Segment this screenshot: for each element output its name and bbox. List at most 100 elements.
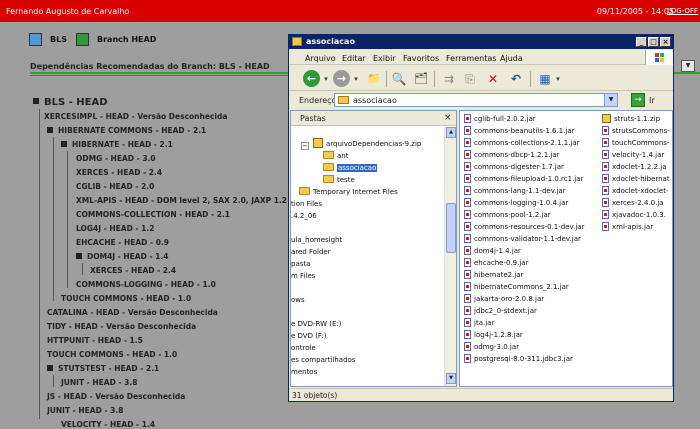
collapse-icon[interactable] [47,127,53,133]
folder-tree-item-selected[interactable]: associacao [323,163,378,174]
tree-node[interactable]: BLS - HEAD [33,97,108,109]
maximize-button[interactable]: □ [648,37,659,47]
tree-node[interactable]: CATALINA - HEAD - Versão Desconhecida [47,307,218,319]
tree-node[interactable]: DOM4J - HEAD - 1.4 [76,251,168,263]
address-dropdown-icon[interactable]: ▼ [604,94,617,106]
file-item[interactable]: commons-logging-1.0.4.jar [464,197,568,209]
folder-tree-item[interactable]: e DVD (F:) [291,331,327,342]
folder-tree-item[interactable]: ows [291,295,305,306]
folder-tree-item[interactable]: e DVD-RW (E:) [291,319,341,330]
window-titlebar[interactable]: associacao _ □ × [289,35,673,49]
search-icon[interactable]: 🔍 [390,70,408,88]
file-item[interactable]: dom4j-1.4.jar [464,245,521,257]
file-item[interactable]: jakarta-oro-2.0.8.jar [464,293,544,305]
close-button[interactable]: × [660,37,671,47]
folder-tree-item[interactable]: ant [323,151,348,162]
tree-node[interactable]: STUTSTEST - HEAD - 2.1 [47,363,159,375]
forward-arrow-icon[interactable]: → [333,70,350,87]
close-pane-icon[interactable]: × [444,113,452,123]
file-item[interactable]: commons-pool-1.2.jar [464,209,551,221]
file-item[interactable]: postgresql-8.0-311.jdbc3.jar [464,353,573,365]
tree-node[interactable]: COMMONS-COLLECTION - HEAD - 2.1 [76,209,230,221]
folders-icon[interactable]: 🗂 [412,70,430,88]
collapse-icon[interactable] [33,98,39,104]
dropdown-arrow-icon[interactable]: ▼ [681,60,695,72]
file-item[interactable]: xdoclet-hibernat [602,173,670,185]
menu-ferramentas[interactable]: Ferramentas [446,54,496,63]
folders-scrollbar[interactable]: ▲ ▼ [444,127,456,386]
file-item[interactable]: cglib-full-2.0.2.jar [464,113,536,125]
tab-branch-head[interactable]: Branch HEAD [76,33,176,47]
scroll-up-icon[interactable]: ▲ [446,127,456,138]
file-item[interactable]: odmg-3.0.jar [464,341,519,353]
menu-arquivo[interactable]: Arquivo [305,54,336,63]
file-item[interactable]: commons-validator-1.1-dev.jar [464,233,581,245]
folder-up-icon[interactable]: 📁 [365,70,383,88]
file-item[interactable]: commons-lang-1.1-dev.jar [464,185,566,197]
tree-node[interactable]: COMMONS-LOGGING - HEAD - 1.0 [76,279,216,291]
folder-tree-item[interactable]: mentos [291,367,317,378]
tree-node[interactable]: VELOCITY - HEAD - 1.4 [61,419,155,429]
tree-node[interactable]: XERCESIMPL - HEAD - Versão Desconhecida [44,111,227,123]
tree-node[interactable]: XML-APIS - HEAD - DOM level 2, SAX 2.0, … [76,195,287,207]
views-dropdown-icon[interactable]: ▾ [554,70,562,88]
file-item[interactable]: xml-apis.jar [602,221,653,233]
go-arrow-icon[interactable]: → [631,93,645,107]
folder-tree-item[interactable]: .4.2_06 [291,211,317,222]
folder-tree-item[interactable]: es compartilhados [291,355,355,366]
file-item[interactable]: struts-1.1.zip [602,113,660,125]
tree-node[interactable]: HTTPUNIT - HEAD - 1.5 [47,335,143,347]
collapse-icon[interactable] [47,365,53,371]
folder-tree-item[interactable]: pasta [291,259,310,270]
folder-tree-item[interactable]: Temporary Internet Files [299,187,398,198]
scroll-thumb[interactable] [446,203,456,253]
menu-editar[interactable]: Editar [342,54,366,63]
back-arrow-icon[interactable]: ← [303,70,320,87]
menu-exibir[interactable]: Exibir [373,54,396,63]
file-item[interactable]: ehcache-0.9.jar [464,257,528,269]
file-item[interactable]: jta.jar [464,317,494,329]
views-icon[interactable]: ▦ [536,70,554,88]
menu-favoritos[interactable]: Favoritos [403,54,439,63]
file-item[interactable]: xdoclet-xdoclet- [602,185,668,197]
folder-tree-item[interactable]: arquivoDependencias-9.zip [313,138,421,150]
file-item[interactable]: commons-digester-1.7.jar [464,161,564,173]
file-item[interactable]: hibernate2.jar [464,269,523,281]
file-item[interactable]: velocity-1.4.jar [602,149,664,161]
scroll-down-icon[interactable]: ▼ [446,373,456,384]
move-to-icon[interactable]: ⇉ [440,70,458,88]
tree-node[interactable]: XERCES - HEAD - 2.4 [90,265,176,277]
file-item[interactable]: commons-dbcp-1.2.1.jar [464,149,560,161]
logoff-link[interactable]: LOG-OFF [667,7,698,15]
tree-node[interactable]: ODMG - HEAD - 3.0 [76,153,156,165]
menu-ajuda[interactable]: Ajuda [500,54,523,63]
tree-node[interactable]: JUNIT - HEAD - 3.8 [61,377,137,389]
file-item[interactable]: strutsCommons- [602,125,670,137]
tree-node[interactable]: XERCES - HEAD - 2.4 [76,167,162,179]
file-item[interactable]: jdbc2_0-stdext.jar [464,305,537,317]
undo-icon[interactable]: ↶ [507,70,525,88]
folder-tree-item[interactable]: ontrole [291,343,316,354]
tree-node[interactable]: TOUCH COMMONS - HEAD - 1.0 [61,293,191,305]
tree-node[interactable]: HIBERNATE COMMONS - HEAD - 2.1 [47,125,206,137]
tree-node[interactable]: HIBERNATE - HEAD - 2.1 [61,139,173,151]
file-item[interactable]: commons-resources-0.1-dev.jar [464,221,584,233]
tree-node[interactable]: TIDY - HEAD - Versão Desconhecida [47,321,196,333]
file-item[interactable]: hibernateCommons_2.1.jar [464,281,569,293]
file-item[interactable]: xerces-2.4.0.ja [602,197,664,209]
tree-node[interactable]: EHCACHE - HEAD - 0.9 [76,237,169,249]
folder-tree-item[interactable]: teste [323,175,355,186]
folder-tree-item[interactable]: tion Files [291,199,322,210]
file-item[interactable]: xjavadoc-1.0.3. [602,209,666,221]
folder-tree-item[interactable]: ared Folder [291,247,331,258]
address-input[interactable]: associacao ▼ [334,93,618,107]
file-item[interactable]: touchCommons- [602,137,669,149]
collapse-icon[interactable] [61,141,67,147]
tree-node[interactable]: TOUCH COMMONS - HEAD - 1.0 [47,349,177,361]
minimize-button[interactable]: _ [636,37,647,47]
tree-node[interactable]: JUNIT - HEAD - 3.8 [47,405,123,417]
file-item[interactable]: xdoclet-1.2.2.ja [602,161,667,173]
tree-node[interactable]: LOG4J - HEAD - 1.2 [76,223,154,235]
delete-icon[interactable]: ✕ [484,70,502,88]
tree-node[interactable]: JS - HEAD - Versão Desconhecida [47,391,185,403]
